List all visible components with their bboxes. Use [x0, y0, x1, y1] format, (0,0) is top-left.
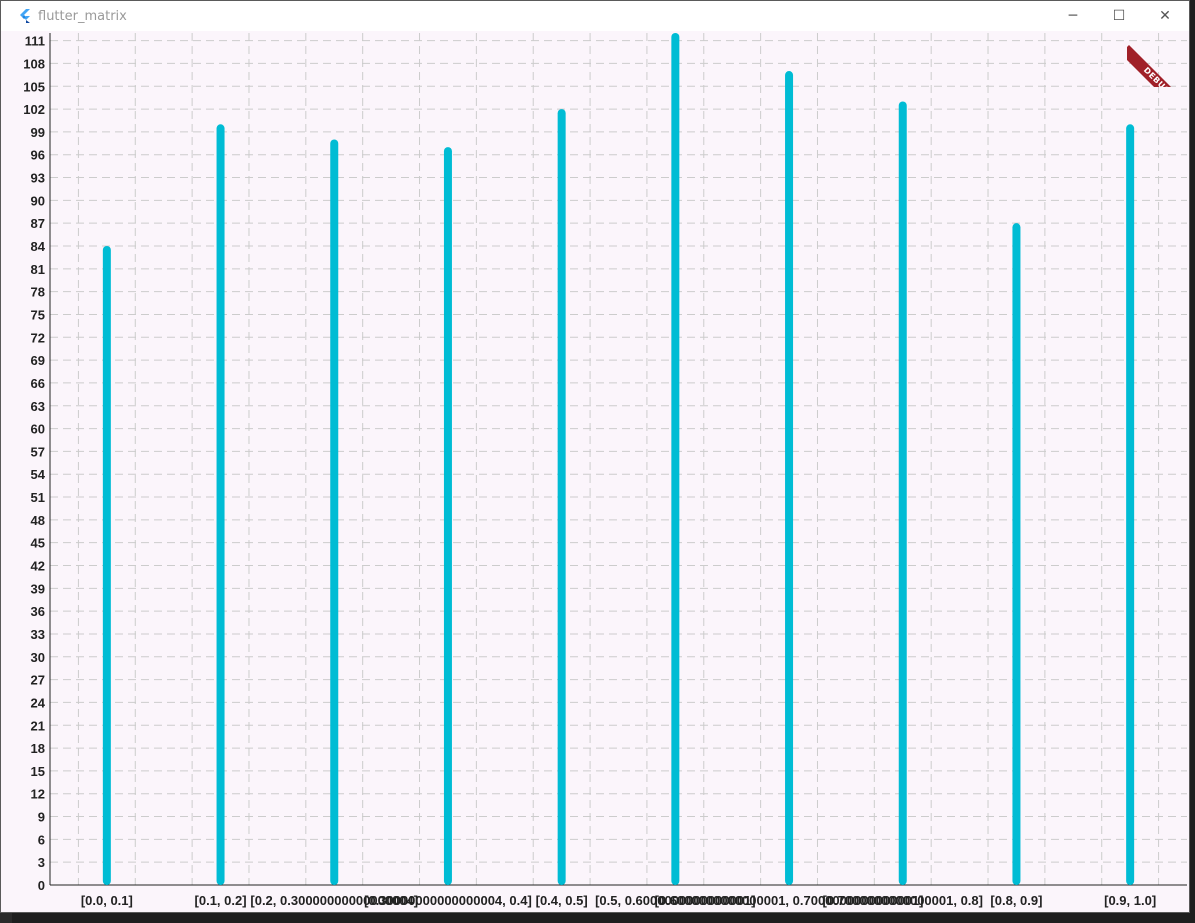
y-tick-label: 3 [38, 855, 45, 870]
y-tick-label: 39 [31, 581, 45, 596]
y-tick-label: 51 [31, 490, 45, 505]
window-title: flutter_matrix [38, 9, 127, 24]
y-tick-label: 0 [38, 878, 45, 893]
y-tick-label: 105 [23, 79, 45, 94]
y-tick-label: 93 [31, 171, 45, 186]
y-tick-label: 111 [25, 34, 45, 49]
y-tick-label: 96 [31, 148, 45, 163]
y-tick-label: 33 [31, 627, 45, 642]
y-tick-label: 63 [31, 399, 45, 414]
y-tick-label: 75 [31, 307, 45, 322]
y-tick-label: 84 [31, 239, 46, 254]
x-tick-label: [0.7000000000000001, 0.8] [823, 893, 983, 908]
y-tick-label: 21 [31, 718, 45, 733]
bar-chart: 0369121518212427303336394245485154576063… [23, 33, 1187, 908]
flutter-logo-icon [20, 9, 30, 23]
y-tick-label: 48 [31, 513, 45, 528]
debug-ribbon-label: DEBUG [1127, 45, 1183, 87]
x-tick-label: [0.8, 0.9] [990, 893, 1042, 908]
y-tick-label: 66 [31, 376, 45, 391]
x-tick-label: [0.0, 0.1] [81, 893, 133, 908]
x-tick-label: [0.4, 0.5] [536, 893, 588, 908]
x-tick-label: [0.1, 0.2] [195, 893, 247, 908]
y-axis-ticks: 0369121518212427303336394245485154576063… [23, 34, 45, 893]
x-axis-ticks: [0.0, 0.1] [0.1, 0.2] [0.2, 0.300000000000… [81, 893, 1156, 908]
y-tick-label: 9 [38, 810, 45, 825]
y-tick-label: 30 [31, 650, 45, 665]
y-tick-label: 15 [31, 764, 45, 779]
y-tick-label: 42 [31, 559, 45, 574]
maximize-button[interactable]: ☐ [1096, 1, 1142, 31]
y-tick-label: 99 [31, 125, 45, 140]
y-tick-label: 72 [31, 330, 45, 345]
y-tick-label: 81 [31, 262, 45, 277]
x-tick-label: [0.9, 1.0] [1104, 893, 1156, 908]
y-tick-label: 90 [31, 193, 45, 208]
y-tick-label: 69 [31, 353, 45, 368]
y-tick-label: 12 [31, 787, 45, 802]
y-tick-label: 45 [31, 536, 45, 551]
close-button[interactable]: ✕ [1142, 1, 1188, 31]
y-tick-label: 18 [31, 741, 45, 756]
y-tick-label: 87 [31, 216, 45, 231]
y-tick-label: 78 [31, 285, 45, 300]
app-window: flutter_matrix ─ ☐ ✕ 0 3 6 9 12 15 18 21 24 27 30 3… [0, 0, 1190, 913]
bar-series [102, 33, 1135, 885]
y-tick-label: 24 [31, 695, 46, 710]
y-tick-label: 27 [31, 673, 45, 688]
title-bar[interactable]: flutter_matrix ─ ☐ ✕ [1, 1, 1189, 31]
y-tick-label: 102 [23, 102, 45, 117]
y-tick-label: 108 [23, 56, 45, 71]
y-tick-label: 60 [31, 422, 45, 437]
y-tick-label: 36 [31, 604, 45, 619]
debug-banner: DEBUG [1127, 31, 1183, 87]
minimize-button[interactable]: ─ [1050, 1, 1096, 31]
x-tick-label: [0.30000000000000004, 0.4] [364, 893, 532, 908]
y-tick-label: 6 [38, 832, 45, 847]
y-tick-label: 57 [31, 444, 45, 459]
y-tick-label: 54 [31, 467, 46, 482]
